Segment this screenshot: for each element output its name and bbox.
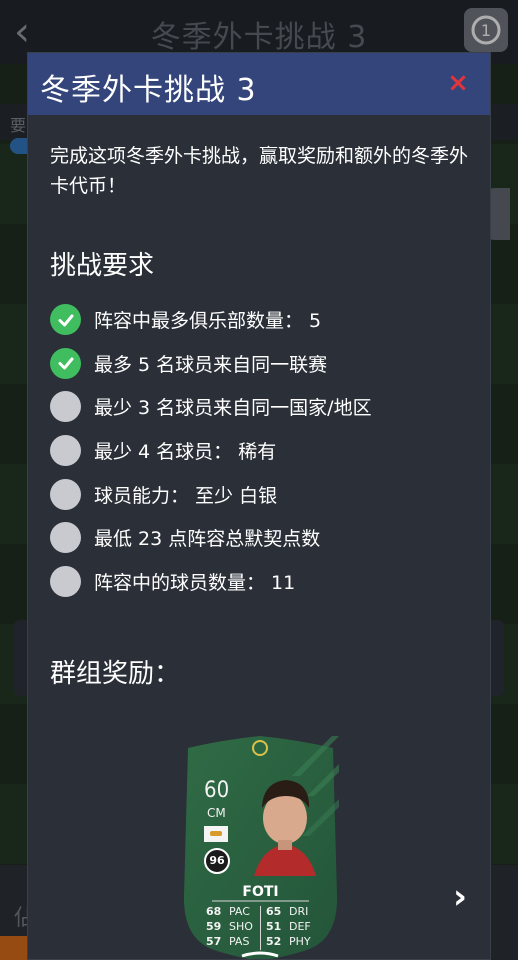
close-icon[interactable]: ×	[446, 69, 470, 97]
requirement-text: 阵容中的球员数量： 11	[94, 571, 296, 594]
stat-value: 57	[206, 935, 222, 948]
pending-circle-icon	[50, 435, 81, 467]
stat-value: 59	[206, 920, 222, 933]
card-position: CM	[207, 806, 226, 820]
requirements-title: 挑战要求	[50, 251, 155, 281]
flag-icon	[204, 826, 228, 842]
pending-circle-icon	[50, 522, 81, 554]
modal-title: 冬季外卡挑战 3	[40, 73, 257, 108]
requirement-text: 最少 3 名球员来自同一国家/地区	[94, 397, 372, 420]
card-rating: 60	[204, 778, 230, 803]
requirement-item: 阵容中的球员数量： 11	[50, 560, 480, 604]
stats-left: 68 PAC 59 SHO 57 PAS	[206, 904, 260, 949]
requirements-list: 阵容中最多俱乐部数量： 5 最多 5 名球员来自同一联赛 最少 3 名球员来自同…	[50, 298, 480, 603]
stat-row: 65 DRI	[266, 904, 320, 919]
stat-value: 65	[266, 905, 282, 918]
stat-value: 51	[266, 920, 282, 933]
requirement-item: 阵容中最多俱乐部数量： 5	[50, 298, 480, 342]
requirement-text: 球员能力： 至少 白银	[94, 484, 278, 507]
requirement-item: 最少 3 名球员来自同一国家/地区	[50, 385, 480, 429]
requirement-text: 阵容中最多俱乐部数量： 5	[94, 310, 322, 333]
check-icon	[50, 304, 81, 336]
stat-label: PHY	[289, 935, 311, 948]
stat-label: DEF	[289, 920, 311, 933]
stat-label: SHO	[229, 920, 253, 933]
stat-row: 57 PAS	[206, 934, 260, 949]
stat-label: DRI	[289, 905, 309, 918]
requirement-item: 最低 23 点阵容总默契点数	[50, 516, 480, 560]
requirement-item: 球员能力： 至少 白银	[50, 472, 480, 516]
requirement-item: 最多 5 名球员来自同一联赛	[50, 342, 480, 386]
pending-circle-icon	[50, 391, 81, 423]
stat-value: 68	[206, 905, 222, 918]
stat-row: 52 PHY	[266, 934, 320, 949]
stat-value: 52	[266, 935, 282, 948]
check-icon	[50, 347, 81, 379]
stat-row: 68 PAC	[206, 904, 260, 919]
modal-header: 冬季外卡挑战 3 ×	[28, 53, 490, 115]
pending-circle-icon	[50, 478, 81, 510]
stat-row: 59 SHO	[206, 919, 260, 934]
requirement-text: 最多 5 名球员来自同一联赛	[94, 353, 328, 376]
stat-label: PAS	[229, 935, 250, 948]
challenge-modal: 冬季外卡挑战 3 × 完成这项冬季外卡挑战，赢取奖励和额外的冬季外卡代币！ 挑战…	[27, 52, 491, 960]
stat-divider	[260, 906, 261, 950]
stat-label: PAC	[229, 905, 250, 918]
challenge-description: 完成这项冬季外卡挑战，赢取奖励和额外的冬季外卡代币！	[50, 145, 469, 197]
card-player-name: FOTI	[242, 884, 279, 900]
requirement-text: 最低 23 点阵容总默契点数	[94, 528, 321, 551]
stat-row: 51 DEF	[266, 919, 320, 934]
stats-right: 65 DRI 51 DEF 52 PHY	[266, 904, 320, 949]
requirement-text: 最少 4 名球员： 稀有	[94, 441, 277, 464]
pending-circle-icon	[50, 565, 81, 597]
rewards-title: 群组奖励：	[50, 659, 181, 689]
requirement-item: 最少 4 名球员： 稀有	[50, 429, 480, 473]
next-arrow-icon[interactable]: ›	[453, 879, 477, 915]
reward-player-card[interactable]: 60 CM 96 FOTI 68 PAC 59 SHO 57 PAS 65 DRI 51…	[182, 736, 339, 959]
club-badge: 96	[204, 848, 230, 874]
